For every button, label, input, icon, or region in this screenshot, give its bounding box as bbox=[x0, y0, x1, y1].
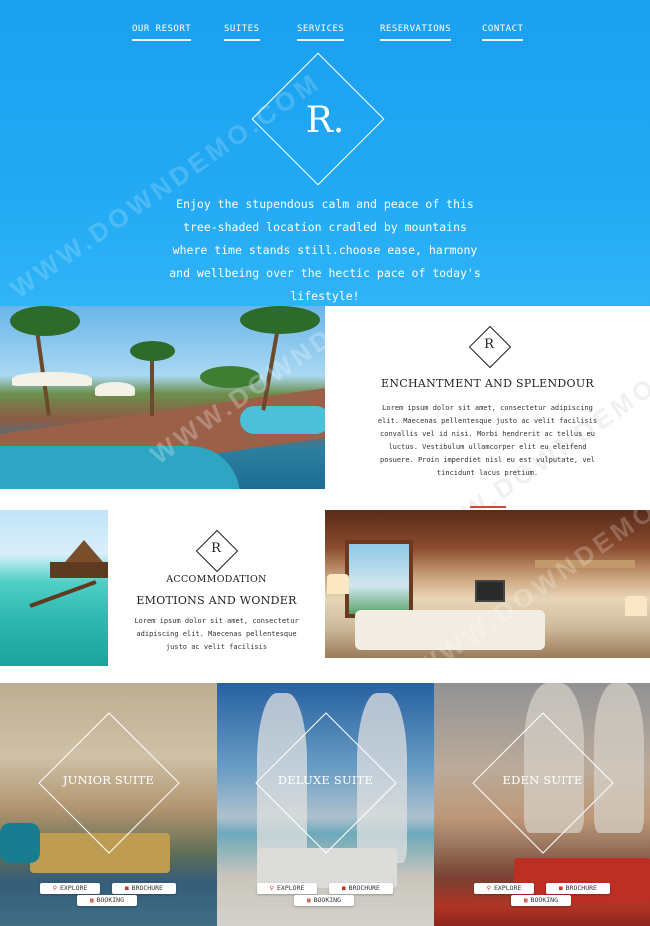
brochure-button[interactable]: ■ BROCHURE bbox=[329, 883, 393, 894]
accommodation-body: Lorem ipsum dolor sit amet, consectetur … bbox=[118, 615, 315, 654]
button-label: BOOKING bbox=[530, 896, 559, 904]
explore-button[interactable]: ⚲ EXPLORE bbox=[40, 883, 100, 894]
button-label: EXPLORE bbox=[494, 884, 522, 892]
pool-photo: WWW.DOWNDEMO.COM bbox=[0, 306, 325, 489]
hero-line: lifestyle! bbox=[290, 289, 360, 303]
body-line: justo ac velit facilisis bbox=[165, 643, 268, 651]
accommodation-kicker: ACCOMMODATION bbox=[166, 574, 267, 585]
hero-line: Enjoy the stupendous calm and peace of t… bbox=[176, 197, 474, 211]
logo[interactable]: R. bbox=[295, 100, 355, 141]
suite-card-junior: JUNIOR SUITE ⚲ EXPLORE ■ BROCHURE ▦ BOOKING bbox=[0, 683, 217, 926]
hero-line: and wellbeing over the hectic pace of to… bbox=[169, 266, 481, 280]
suite-title[interactable]: EDEN SUITE bbox=[434, 773, 650, 787]
button-label: BROCHURE bbox=[131, 884, 163, 892]
nav-reservations[interactable]: RESERVATIONS bbox=[380, 24, 452, 41]
suite-title[interactable]: JUNIOR SUITE bbox=[0, 773, 217, 787]
search-icon: ⚲ bbox=[52, 885, 57, 892]
explore-button[interactable]: ⚲ EXPLORE bbox=[474, 883, 534, 894]
body-line: posuere. Proin imperdiet nisl eu est vul… bbox=[380, 456, 595, 464]
overwater-villa-photo bbox=[0, 510, 108, 666]
brochure-button[interactable]: ■ BROCHURE bbox=[112, 883, 176, 894]
accommodation-card: R ACCOMMODATION EMOTIONS AND WONDER Lore… bbox=[108, 510, 325, 666]
suite-card-eden: EDEN SUITE ⚲ EXPLORE ■ BROCHURE ▦ BOOKING bbox=[434, 683, 650, 926]
calendar-icon: ▦ bbox=[523, 897, 528, 904]
suite-title[interactable]: DELUXE SUITE bbox=[217, 773, 434, 787]
body-line: Lorem ipsum dolor sit amet, consectetur … bbox=[382, 404, 593, 412]
nav-contact[interactable]: CONTACT bbox=[482, 24, 524, 41]
button-label: BOOKING bbox=[313, 896, 342, 904]
suite-card-deluxe: DELUXE SUITE ⚲ EXPLORE ■ BROCHURE ▦ BOOKING bbox=[217, 683, 434, 926]
calendar-icon: ▦ bbox=[306, 897, 311, 904]
brochure-button[interactable]: ■ BROCHURE bbox=[546, 883, 610, 894]
body-line: adipiscing elit. Maecenas pellentesque bbox=[136, 630, 297, 638]
hero-line: tree-shaded location cradled by mountain… bbox=[183, 220, 467, 234]
enchantment-body: Lorem ipsum dolor sit amet, consectetur … bbox=[345, 402, 630, 480]
body-line: elit. Maecenas pellentesque justo ac vel… bbox=[377, 417, 598, 425]
search-icon: ⚲ bbox=[486, 885, 491, 892]
nav-services[interactable]: SERVICES bbox=[297, 24, 345, 41]
brochure-icon: ■ bbox=[559, 885, 563, 892]
booking-button[interactable]: ▦ BOOKING bbox=[294, 895, 354, 906]
brochure-icon: ■ bbox=[125, 885, 129, 892]
section-divider bbox=[470, 506, 506, 508]
search-icon: ⚲ bbox=[269, 885, 274, 892]
main-nav: OUR RESORT SUITES SERVICES RESERVATIONS … bbox=[0, 24, 650, 48]
hero-intro-text: Enjoy the stupendous calm and peace of t… bbox=[165, 193, 485, 306]
enchantment-title: ENCHANTMENT AND SPLENDOUR bbox=[381, 377, 594, 390]
brochure-icon: ■ bbox=[342, 885, 346, 892]
room-interior-photo: WWW.DOWNDEMO.COM bbox=[325, 510, 650, 658]
button-label: EXPLORE bbox=[277, 884, 305, 892]
body-line: tincidunt lacus pretium. bbox=[436, 469, 539, 477]
nav-suites[interactable]: SUITES bbox=[224, 24, 260, 41]
nav-our-resort[interactable]: OUR RESORT bbox=[132, 24, 192, 41]
body-line: convallis vel id nisi. Morbi hendrerit a… bbox=[380, 430, 595, 438]
hero-section: OUR RESORT SUITES SERVICES RESERVATIONS … bbox=[0, 0, 650, 306]
button-label: BROCHURE bbox=[565, 884, 597, 892]
button-label: BOOKING bbox=[96, 896, 125, 904]
body-line: Lorem ipsum dolor sit amet, consectetur bbox=[134, 617, 299, 625]
booking-button[interactable]: ▦ BOOKING bbox=[511, 895, 571, 906]
enchantment-card: R ENCHANTMENT AND SPLENDOUR Lorem ipsum … bbox=[325, 306, 650, 560]
button-label: BROCHURE bbox=[348, 884, 380, 892]
button-label: EXPLORE bbox=[60, 884, 88, 892]
hero-line: where time stands still.choose ease, har… bbox=[172, 243, 478, 257]
emblem-letter: R bbox=[211, 541, 221, 556]
accommodation-title: EMOTIONS AND WONDER bbox=[136, 594, 297, 607]
booking-button[interactable]: ▦ BOOKING bbox=[77, 895, 137, 906]
explore-button[interactable]: ⚲ EXPLORE bbox=[257, 883, 317, 894]
calendar-icon: ▦ bbox=[89, 897, 94, 904]
emblem-letter: R bbox=[484, 337, 494, 352]
body-line: luctus. Vestibulum ullamcorper elit eu e… bbox=[388, 443, 587, 451]
